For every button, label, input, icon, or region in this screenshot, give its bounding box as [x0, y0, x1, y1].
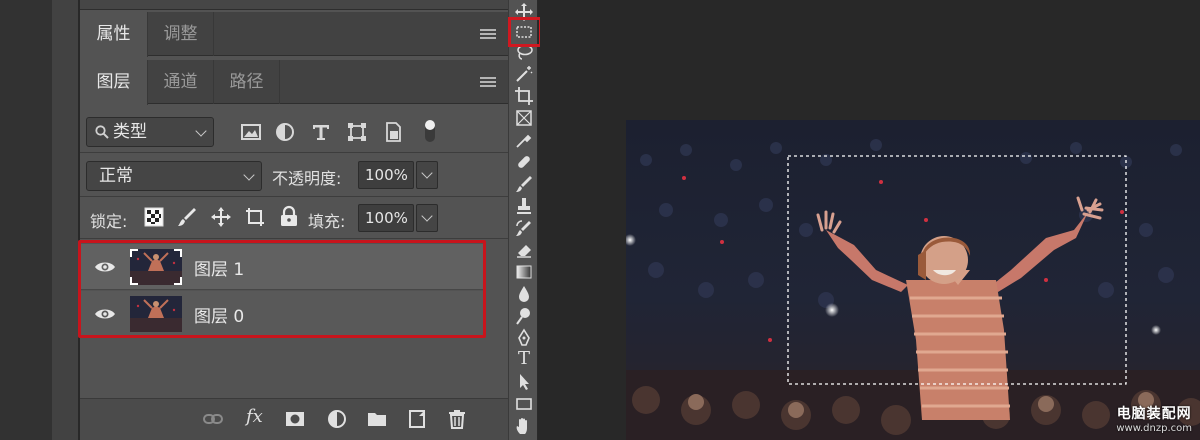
photoshop-window: { "properties_panel": { "tabs": [ {"labe… [0, 0, 1200, 440]
tab-channels[interactable]: 通道 [148, 60, 214, 104]
hand-tool-icon[interactable] [514, 416, 534, 436]
selected-corner-brackets [130, 249, 182, 285]
lock-position-icon[interactable] [210, 206, 232, 228]
brush-tool-icon[interactable] [514, 174, 534, 194]
layer-row-1[interactable]: 图层 1 [80, 244, 484, 290]
layer-name: 图层 1 [194, 260, 245, 280]
dodge-tool-icon[interactable] [514, 306, 534, 326]
pen-tool-icon[interactable] [514, 328, 534, 348]
fill-slider-toggle[interactable] [416, 204, 438, 232]
type-tool-icon[interactable]: T [514, 348, 534, 369]
layers-bottom-bar: fx [80, 398, 508, 440]
new-group-icon[interactable] [366, 408, 388, 430]
new-adjustment-layer-icon[interactable] [326, 408, 348, 430]
watermark-main: 电脑装配网 [1116, 406, 1192, 422]
opacity-label: 不透明度: [272, 169, 342, 188]
layer-row-0[interactable]: 图层 0 [80, 291, 484, 337]
opacity-slider-toggle[interactable] [416, 161, 438, 189]
filter-value: 类型 [113, 122, 147, 142]
frame-tool-icon[interactable] [514, 108, 534, 128]
tab-layers[interactable]: 图层 [80, 60, 148, 105]
lock-transparency-icon[interactable] [144, 207, 164, 227]
tab-paths[interactable]: 路径 [214, 60, 280, 104]
blend-mode-dropdown[interactable]: 正常 [86, 161, 262, 191]
panel-menu-icon[interactable] [480, 29, 496, 40]
layers-tabbar: 图层 通道 路径 [80, 60, 508, 105]
chevron-down-icon [195, 125, 207, 137]
link-layers-icon[interactable] [202, 408, 224, 430]
chevron-down-icon [243, 169, 255, 181]
layer-thumbnail [130, 296, 182, 332]
eyedropper-tool-icon[interactable] [514, 130, 534, 150]
new-layer-icon[interactable] [406, 408, 428, 430]
rectangle-tool-icon[interactable] [514, 394, 534, 414]
clone-stamp-tool-icon[interactable] [514, 196, 534, 216]
opacity-input[interactable]: 100% [358, 161, 414, 189]
adjustment-filter-icon[interactable] [274, 121, 296, 143]
layer-name: 图层 0 [194, 307, 245, 327]
properties-tabbar: 属性 调整 [80, 12, 508, 57]
delete-layer-icon[interactable] [446, 408, 468, 430]
filter-toggle-icon[interactable] [422, 116, 438, 146]
add-mask-icon[interactable] [284, 408, 306, 430]
type-filter-icon[interactable] [310, 121, 332, 143]
panel-collapse-strip[interactable] [52, 0, 78, 440]
lock-all-icon[interactable] [278, 205, 300, 227]
fill-input[interactable]: 100% [358, 204, 414, 232]
concert-photo [626, 120, 1200, 440]
panel-menu-icon[interactable] [480, 77, 496, 88]
move-tool-icon[interactable] [514, 2, 534, 22]
blur-tool-icon[interactable] [514, 284, 534, 304]
layer-filter-dropdown[interactable]: 类型 [86, 117, 214, 147]
tab-properties[interactable]: 属性 [80, 12, 148, 57]
concert-thumbnail-image [130, 296, 182, 332]
crop-tool-icon[interactable] [514, 86, 534, 106]
lock-label: 锁定: [90, 212, 128, 231]
rectangular-marquee-tool-icon[interactable] [514, 22, 534, 42]
blend-mode-value: 正常 [99, 166, 133, 186]
tab-adjustments[interactable]: 调整 [148, 12, 214, 56]
search-icon [95, 125, 109, 139]
chevron-down-icon [421, 210, 433, 222]
image-filter-icon[interactable] [240, 121, 262, 143]
fx-icon[interactable]: fx [246, 406, 268, 428]
eye-icon[interactable] [94, 258, 116, 276]
fill-label: 填充: [308, 212, 346, 231]
layer-thumbnail [130, 249, 182, 285]
document-canvas-area: 电脑装配网 www.dnzp.com [540, 0, 1200, 440]
eye-icon[interactable] [94, 305, 116, 323]
lock-artboard-icon[interactable] [244, 206, 266, 228]
magic-wand-tool-icon[interactable] [514, 64, 534, 84]
lasso-tool-icon[interactable] [514, 42, 534, 62]
lock-image-icon[interactable] [176, 206, 198, 228]
panels-column: 属性 调整 图层 通道 路径 类型 正常 不透明度: 100% 锁定: 填充: … [80, 0, 508, 440]
chevron-down-icon [421, 167, 433, 179]
gradient-tool-icon[interactable] [514, 262, 534, 282]
panel-header-strip [80, 0, 508, 10]
left-dock [0, 0, 52, 440]
watermark: 电脑装配网 www.dnzp.com [1116, 403, 1192, 434]
history-brush-tool-icon[interactable] [514, 218, 534, 238]
tools-panel: T [508, 0, 538, 440]
smart-object-filter-icon[interactable] [382, 121, 404, 143]
eraser-tool-icon[interactable] [514, 240, 534, 260]
path-selection-tool-icon[interactable] [514, 372, 534, 392]
healing-brush-tool-icon[interactable] [514, 152, 534, 172]
document-canvas[interactable] [626, 120, 1200, 440]
watermark-sub: www.dnzp.com [1116, 423, 1192, 434]
shape-filter-icon[interactable] [346, 121, 368, 143]
